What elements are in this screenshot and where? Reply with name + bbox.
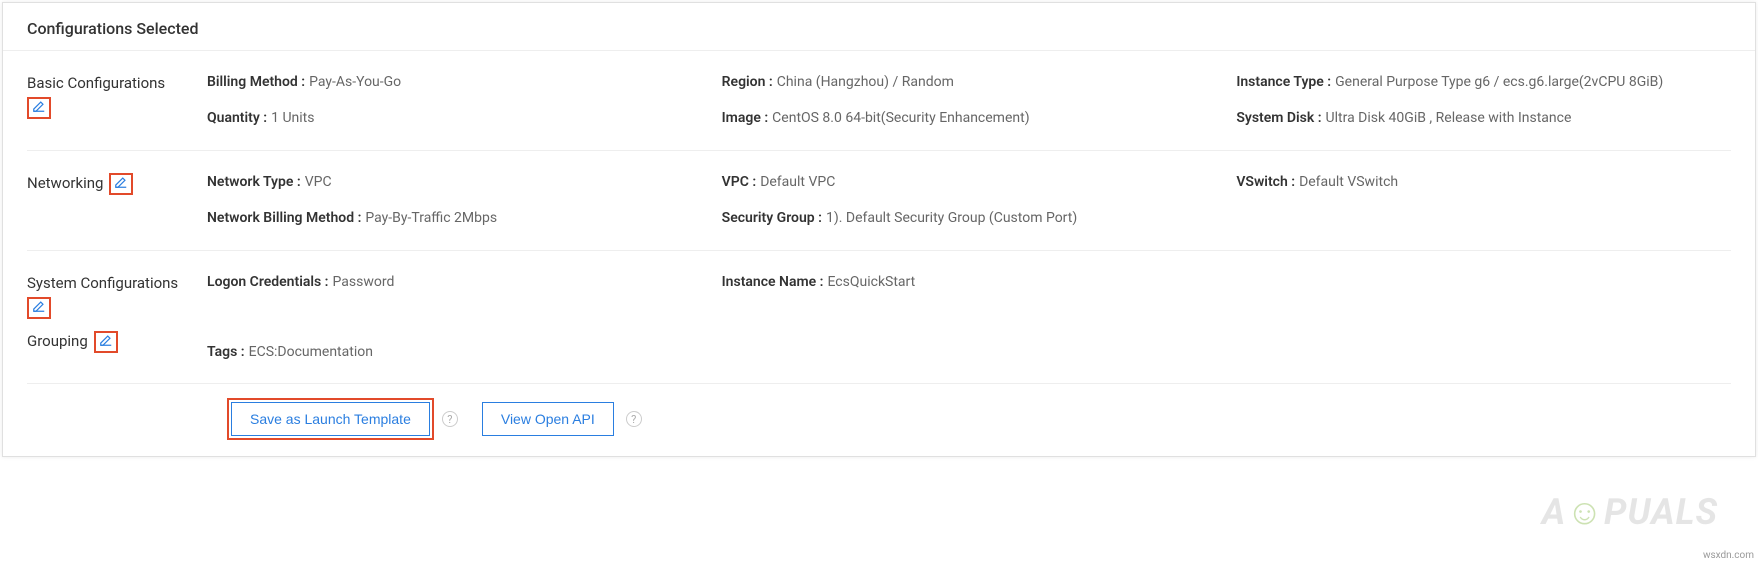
section-content-networking: Network Type :VPC VPC :Default VPC VSwit… [207,171,1731,230]
section-label-col-basic: Basic Configurations [27,71,207,130]
key-image: Image [722,110,761,126]
val-network-billing: Pay-By-Traffic 2Mbps [365,210,497,226]
save-launch-template-button[interactable]: Save as Launch Template [231,402,430,436]
pencil-icon [99,333,113,351]
key-tags: Tags [207,344,237,360]
key-instance-type: Instance Type [1236,74,1324,90]
val-quantity: 1 Units [271,110,314,126]
kv-image: Image :CentOS 8.0 64-bit(Security Enhanc… [722,107,1217,129]
pencil-icon [114,175,128,193]
val-instance-name: EcsQuickStart [827,274,915,290]
config-summary-panel: Configurations Selected Basic Configurat… [2,2,1756,457]
key-quantity: Quantity [207,110,260,126]
edit-networking-button[interactable] [109,173,133,195]
kv-region: Region :China (Hangzhou) / Random [722,71,1217,93]
help-icon[interactable]: ? [626,411,642,427]
watermark-prefix: A [1542,491,1566,533]
watermark-suffix: PUALS [1604,491,1718,533]
panel-title: Configurations Selected [3,3,1755,51]
kv-vpc: VPC :Default VPC [722,171,1217,193]
section-content-system-grouping: Logon Credentials :Password Instance Nam… [207,271,1731,364]
view-open-api-button[interactable]: View Open API [482,402,614,436]
kv-security-group: Security Group :1). Default Security Gro… [722,207,1217,229]
section-label-col-system-grouping: System Configurations Grouping [27,271,207,364]
val-tags: ECS:Documentation [249,344,373,360]
kv-vswitch: VSwitch :Default VSwitch [1236,171,1731,193]
key-vpc: VPC [722,174,749,190]
val-instance-type: General Purpose Type g6 / ecs.g6.large(2… [1335,74,1663,90]
watermark-logo: A☺PUALS [1542,491,1718,533]
key-system-disk: System Disk [1236,110,1314,126]
mascot-icon: ☺ [1566,491,1604,533]
kv-billing-method: Billing Method :Pay-As-You-Go [207,71,702,93]
pencil-icon [32,299,46,317]
key-billing-method: Billing Method [207,74,298,90]
val-network-type: VPC [305,174,332,190]
key-network-type: Network Type [207,174,293,190]
val-region: China (Hangzhou) / Random [777,74,954,90]
footer-actions: Save as Launch Template ? View Open API … [27,384,1731,456]
kv-tags: Tags :ECS:Documentation [207,341,702,363]
kv-network-billing: Network Billing Method :Pay-By-Traffic 2… [207,207,702,229]
section-content-basic: Billing Method :Pay-As-You-Go Region :Ch… [207,71,1731,130]
section-label-basic: Basic Configurations [27,71,207,95]
kv-quantity: Quantity :1 Units [207,107,702,129]
section-basic: Basic Configurations Billing Method :Pay… [27,51,1731,151]
kv-system-disk: System Disk :Ultra Disk 40GiB , Release … [1236,107,1731,129]
edit-basic-button[interactable] [27,97,51,119]
section-networking: Networking Network Type :VPC [27,151,1731,251]
key-network-billing: Network Billing Method [207,210,354,226]
val-system-disk: Ultra Disk 40GiB , Release with Instance [1326,110,1572,126]
edit-system-button[interactable] [27,297,51,319]
kv-instance-type: Instance Type :General Purpose Type g6 /… [1236,71,1731,93]
key-security-group: Security Group [722,210,815,226]
val-billing-method: Pay-As-You-Go [309,74,401,90]
val-vswitch: Default VSwitch [1299,174,1398,190]
section-label-system: System Configurations [27,271,207,295]
key-logon: Logon Credentials [207,274,321,290]
kv-logon: Logon Credentials :Password [207,271,702,293]
val-logon: Password [333,274,395,290]
key-region: Region [722,74,766,90]
key-vswitch: VSwitch [1236,174,1287,190]
attribution-text: wsxdn.com [1703,550,1754,561]
edit-grouping-button[interactable] [94,331,118,353]
section-label-grouping: Grouping [27,329,88,353]
val-security-group: 1). Default Security Group (Custom Port) [826,210,1077,226]
section-label-networking: Networking [27,171,103,195]
val-image: CentOS 8.0 64-bit(Security Enhancement) [772,110,1029,126]
val-vpc: Default VPC [760,174,835,190]
section-label-col-networking: Networking [27,171,207,230]
kv-instance-name: Instance Name :EcsQuickStart [722,271,1217,293]
section-system-grouping: System Configurations Grouping [27,251,1731,385]
sections-container: Basic Configurations Billing Method :Pay… [3,51,1755,456]
help-icon[interactable]: ? [442,411,458,427]
pencil-icon [32,99,46,117]
key-instance-name: Instance Name [722,274,817,290]
kv-network-type: Network Type :VPC [207,171,702,193]
